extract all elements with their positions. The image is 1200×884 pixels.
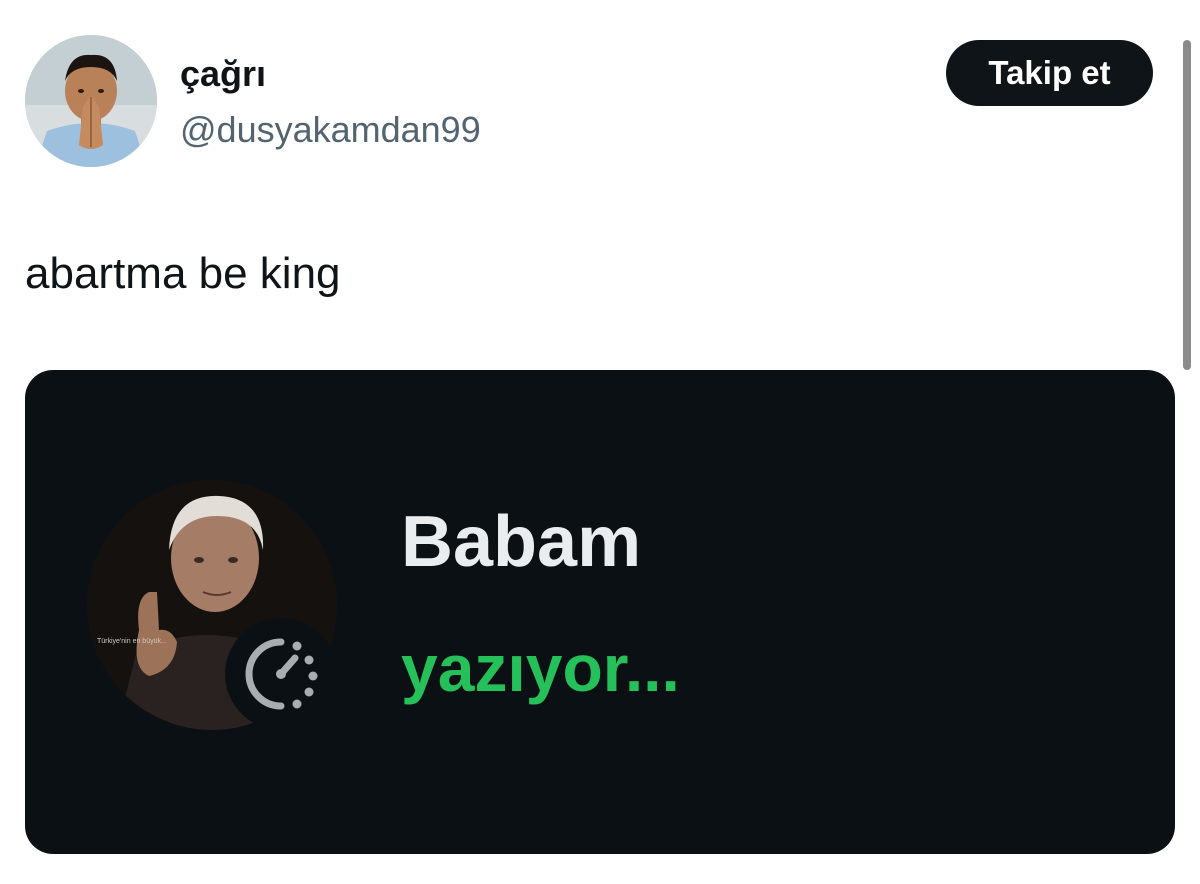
follow-button[interactable]: Takip et bbox=[946, 40, 1153, 106]
author-avatar[interactable] bbox=[25, 35, 157, 167]
disappearing-timer-badge bbox=[225, 618, 337, 730]
contact-avatar-caption: Türkiye'nin en büyük... bbox=[97, 638, 167, 645]
contact-name: Babam bbox=[401, 502, 642, 582]
scrollbar[interactable] bbox=[1183, 40, 1191, 370]
tweet-media[interactable]: Türkiye'nin en büyük... Babam yazıyor... bbox=[25, 370, 1175, 854]
profile-photo-icon bbox=[25, 35, 157, 167]
author-handle[interactable]: @dusyakamdan99 bbox=[180, 108, 481, 152]
author-display-name[interactable]: çağrı bbox=[180, 52, 266, 96]
tweet-text: abartma be king bbox=[25, 249, 341, 298]
tweet-page: çağrı @dusyakamdan99 Takip et abartma be… bbox=[0, 0, 1200, 884]
typing-status: yazıyor... bbox=[401, 631, 680, 705]
disappearing-timer-icon bbox=[245, 638, 318, 710]
